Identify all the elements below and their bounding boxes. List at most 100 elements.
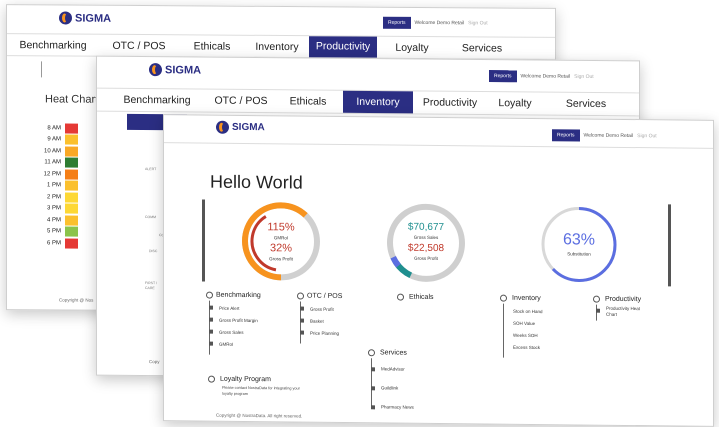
tab-otc-pos[interactable]: OTC / POS [209, 95, 273, 108]
heat-cell[interactable] [65, 215, 78, 226]
services-icon [368, 349, 375, 357]
heat-time-label: 2 PM [46, 194, 61, 201]
divider [41, 61, 42, 78]
user-bar: Reports Welcome Demo Retail Sign Out [552, 129, 657, 142]
link-soh-value[interactable]: SOH Value [505, 317, 543, 329]
sigma-logo[interactable]: SIGMA [216, 120, 265, 135]
reports-button[interactable]: Reports [552, 129, 580, 142]
heat-cell[interactable] [65, 146, 78, 157]
heat-cell[interactable] [65, 123, 78, 134]
sigma-logo[interactable]: SIGMA [59, 11, 111, 25]
heat-row: 5 PM [33, 226, 78, 238]
gauge-substitution[interactable]: 63% Substitution [538, 203, 620, 286]
gmroi-label: GMRoI [273, 235, 289, 241]
heat-cell[interactable] [65, 157, 78, 168]
header-divider [164, 142, 713, 149]
bullet-icon [209, 305, 213, 310]
tab-inventory[interactable]: Inventory [245, 40, 309, 52]
heat-row: 1 PM [33, 180, 78, 192]
gauge-gmroi[interactable]: 115% GMRoI 32% Gross Profit [240, 200, 322, 283]
bullet-icon [300, 306, 304, 311]
section-productivity: Productivity Productivity Heat Chart [593, 295, 646, 321]
gauge-gross-sales[interactable]: $70,677 Gross Sales $22,508 Gross Profit [385, 201, 467, 284]
signout-link[interactable]: Sign Out [637, 133, 656, 139]
heat-cell[interactable] [65, 169, 78, 180]
loyalty-header[interactable]: Loyalty Program [208, 375, 302, 384]
link-weeks-soh[interactable]: Weeks SOH [505, 329, 543, 341]
link-gmroi[interactable]: GMRoI [209, 338, 261, 351]
link-productivity-heat-chart[interactable]: Productivity Heat Chart [596, 306, 646, 319]
tab-inventory[interactable]: Inventory [343, 90, 413, 114]
otc-pos-icon [297, 292, 304, 300]
tree-line [503, 303, 504, 358]
side-label-comm: COMM [145, 215, 157, 220]
welcome-text: Welcome Demo Retail [520, 73, 571, 80]
gp-percent-value: 32% [269, 242, 293, 255]
link-medadvisor[interactable]: MedAdvisor [371, 359, 414, 378]
tab-services[interactable]: Services [543, 98, 629, 111]
tab-services[interactable]: Services [447, 42, 517, 54]
heat-cell[interactable] [65, 180, 78, 191]
link-price-planning[interactable]: Price Planning [300, 327, 342, 339]
link-pharmacy-news[interactable]: Pharmacy News [371, 397, 414, 416]
link-gross-sales[interactable]: Gross Sales [209, 326, 261, 339]
substitution-value: 63% [562, 231, 596, 249]
heat-time-label: 3 PM [46, 205, 61, 212]
left-bar [202, 199, 205, 282]
sigma-logo[interactable]: SIGMA [149, 63, 201, 77]
heat-cell[interactable] [65, 238, 78, 249]
link-guildlink[interactable]: Guildlink [371, 378, 414, 397]
signout-link[interactable]: Sign Out [574, 74, 593, 80]
benchmarking-header[interactable]: Benchmarking [206, 291, 261, 299]
tab-productivity[interactable]: Productivity [413, 96, 487, 109]
tab-benchmarking[interactable]: Benchmarking [97, 94, 209, 107]
copyright: Copy [149, 359, 160, 365]
heat-time-label: 6 PM [46, 240, 61, 247]
bullet-icon [596, 308, 600, 313]
heat-row: 6 PM [33, 237, 78, 249]
tab-productivity[interactable]: Productivity [309, 36, 377, 58]
heat-row: 10 AM [33, 145, 78, 157]
tab-otc-pos[interactable]: OTC / POS [99, 39, 179, 52]
signout-link[interactable]: Sign Out [468, 20, 487, 26]
tab-ethicals[interactable]: Ethicals [273, 95, 343, 108]
benchmarking-icon [206, 291, 213, 299]
heat-time-label: 11 AM [44, 159, 61, 166]
reports-button[interactable]: Reports [489, 70, 517, 83]
heat-time-label: 1 PM [46, 182, 61, 189]
heat-chart-title: Heat Chart [45, 93, 99, 106]
heat-cell[interactable] [65, 203, 78, 214]
heat-cell[interactable] [65, 134, 78, 145]
section-loyalty: Loyalty Program Please contact NostraDat… [208, 375, 302, 398]
tree-line [371, 358, 372, 409]
heat-row: 9 AM [33, 134, 78, 146]
welcome-text: Welcome Demo Retail [414, 19, 465, 27]
heat-cell[interactable] [65, 192, 78, 203]
heat-time-label: 10 AM [43, 148, 61, 155]
tab-loyalty[interactable]: Loyalty [377, 41, 447, 53]
substitution-label: Substitution [567, 251, 591, 257]
heat-chart: 8 AM 9 AM 10 AM 11 AM 12 PM 1 PM 2 PM 3 PM 4 PM 5… [33, 122, 78, 249]
page-title: Hello World [210, 171, 303, 193]
services-header[interactable]: Services [368, 349, 414, 357]
reports-button[interactable]: Reports [383, 16, 411, 29]
productivity-header[interactable]: Productivity [593, 295, 646, 304]
link-stock-on-hand[interactable]: Stock on Hand [505, 305, 543, 317]
tab-ethicals[interactable]: Ethicals [179, 40, 245, 52]
side-label-disc: DISC [149, 249, 158, 254]
tab-loyalty[interactable]: Loyalty [487, 97, 543, 109]
user-bar: Reports Welcome Demo Retail Sign Out [383, 16, 488, 30]
heat-cell[interactable] [65, 226, 78, 237]
section-ethicals: Ethicals [397, 293, 434, 301]
link-price-alert[interactable]: Price Alert [209, 302, 261, 315]
link-gross-profit[interactable]: Gross Profit [300, 303, 342, 315]
ethicals-header[interactable]: Ethicals [397, 293, 434, 301]
otc-pos-header[interactable]: OTC / POS [297, 292, 342, 300]
link-basket[interactable]: Basket [300, 315, 342, 327]
link-excess-stock[interactable]: Excess Stock [505, 341, 543, 353]
tab-benchmarking[interactable]: Benchmarking [7, 39, 99, 52]
inventory-header[interactable]: Inventory [500, 294, 543, 302]
copyright: Copyright @ NostraData. All right reserv… [216, 412, 303, 419]
link-gross-profit-margin[interactable]: Gross Profit Margin [209, 314, 261, 327]
heat-time-label: 5 PM [46, 228, 61, 235]
